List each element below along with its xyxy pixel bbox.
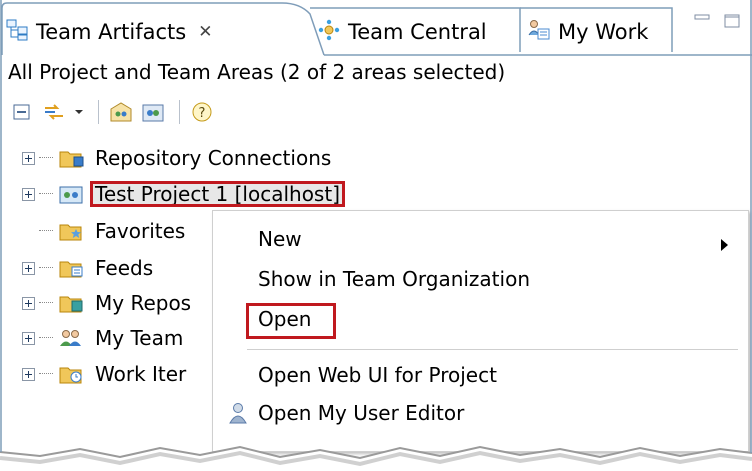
- team-artifacts-view: Team Artifacts ✕ Team Central My Work Al…: [0, 0, 752, 471]
- torn-edge-decoration: [0, 0, 752, 471]
